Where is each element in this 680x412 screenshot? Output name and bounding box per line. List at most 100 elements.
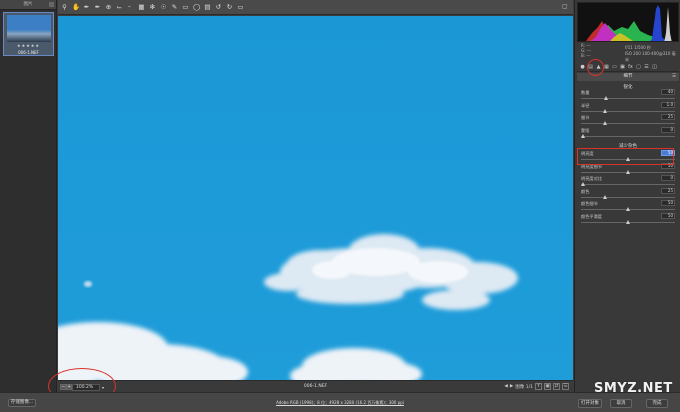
panel-tabs: ● ▤ ▲ ▦ ▭ ▣ fx ▢ ☰ ◫: [577, 62, 679, 72]
slider-track[interactable]: [581, 196, 675, 198]
panel-menu-icon[interactable]: ☰: [672, 73, 676, 81]
preview-toggle-icon[interactable]: Y: [535, 383, 542, 390]
panel-title: 细节: [623, 74, 633, 79]
slider-thumb[interactable]: [602, 121, 607, 125]
slider-label: 颜色平滑度: [581, 213, 602, 219]
straighten-icon[interactable]: ╴: [127, 3, 134, 11]
crop-icon[interactable]: ⌙: [116, 3, 123, 11]
slider-thumb[interactable]: [626, 169, 630, 174]
tab-lens-icon[interactable]: ▣: [620, 64, 625, 70]
image-counter: 图像 1/1: [515, 384, 533, 390]
tab-basic-icon[interactable]: ●: [580, 64, 585, 70]
swap-settings-icon[interactable]: ⇄: [553, 383, 560, 390]
prev-image-icon[interactable]: ◀: [504, 384, 507, 389]
slider-row[interactable]: 明亮度细节 50: [579, 162, 677, 176]
settings-icon[interactable]: ☰: [562, 383, 569, 390]
next-image-icon[interactable]: ▶: [510, 384, 513, 389]
slider-label: 颜色: [581, 188, 590, 194]
tab-hsl-icon[interactable]: ▦: [604, 64, 609, 70]
slider-label: 颜色细节: [581, 201, 598, 206]
slider-value-input[interactable]: 0: [661, 126, 675, 133]
hand-icon[interactable]: ✋: [72, 3, 80, 11]
filmstrip-title: 图片: [23, 2, 33, 7]
slider-value-input[interactable]: 50: [661, 162, 675, 169]
cancel-button[interactable]: 取消: [610, 399, 632, 408]
tab-presets-icon[interactable]: ☰: [644, 64, 649, 70]
transform-icon[interactable]: ▦: [138, 3, 145, 11]
tab-snapshots-icon[interactable]: ◫: [652, 64, 657, 70]
white-balance-icon[interactable]: ✒: [83, 3, 90, 11]
open-object-button[interactable]: 打开对象: [578, 399, 602, 408]
slider-row[interactable]: 颜色细节 50: [579, 200, 677, 213]
slider-track[interactable]: [581, 98, 675, 99]
done-button[interactable]: 完成: [646, 399, 668, 408]
slider-thumb[interactable]: [604, 96, 609, 100]
tab-split-toning-icon[interactable]: ▭: [612, 64, 617, 70]
slider-value-input[interactable]: 50: [661, 212, 675, 219]
slider-row[interactable]: 半径 1.0: [579, 101, 677, 115]
slider-row[interactable]: 颜色平滑度 50: [579, 212, 677, 226]
slider-track[interactable]: [581, 135, 675, 137]
filmstrip-thumbnail[interactable]: ★★★★★ 006-1.NEF: [3, 12, 54, 56]
noise-reduction-title: 减少杂色: [619, 144, 637, 149]
slider-value-input[interactable]: 50: [661, 200, 675, 206]
bottom-bar: 存储图像... Adobe RGB (1998)；8 位；4928 x 3280…: [0, 392, 680, 412]
slider-row[interactable]: 明亮度对比 0: [579, 175, 677, 188]
image-preview[interactable]: [58, 16, 573, 380]
thumbnail-rating[interactable]: ★★★★★: [4, 43, 53, 48]
slider-row[interactable]: 数量 40: [579, 89, 677, 102]
slider-value-input[interactable]: 40: [661, 89, 675, 95]
slider-thumb[interactable]: [602, 108, 607, 113]
tab-detail-icon[interactable]: ▲: [596, 64, 601, 70]
slider-row[interactable]: 颜色 25: [579, 187, 677, 201]
slider-value-input[interactable]: 0: [661, 175, 675, 181]
tab-calibration-icon[interactable]: ▢: [636, 64, 641, 70]
status-right-controls: ◀ ▶ 图像 1/1 Y ▣ ⇄ ☰: [504, 383, 569, 390]
fullscreen-icon[interactable]: ▢: [562, 3, 570, 11]
slider-row[interactable]: 细节 25: [579, 114, 677, 127]
slider-thumb[interactable]: [580, 182, 585, 186]
slider-thumb[interactable]: [626, 207, 630, 211]
preferences-icon[interactable]: ▤: [204, 3, 211, 11]
target-adjust-icon[interactable]: ⊕: [105, 3, 112, 11]
slider-thumb[interactable]: [626, 157, 630, 161]
thumbnail-image: [7, 15, 51, 42]
camera-raw-window: 图片 ★★★★★ 006-1.NEF ⚲ ✋ ✒ ✒ ⊕ ⌙ ╴ ▦ ✻ ☉ ✎…: [0, 0, 680, 412]
slider-thumb[interactable]: [580, 133, 585, 138]
adjustment-brush-icon[interactable]: ✎: [171, 3, 178, 11]
slider-track[interactable]: [581, 123, 675, 124]
slider-row[interactable]: 蒙版 0: [579, 126, 677, 140]
rotate-left-icon[interactable]: ↺: [215, 3, 222, 11]
exif-info: R: --- G: --- B: --- f/11 1/500 秒 ISO 20…: [577, 43, 679, 62]
tab-tone-curve-icon[interactable]: ▤: [588, 64, 593, 70]
slider-track[interactable]: [581, 184, 675, 185]
histogram-graph: [586, 5, 672, 41]
color-sampler-icon[interactable]: ✒: [94, 3, 101, 11]
graduated-filter-icon[interactable]: ▭: [182, 3, 189, 11]
slider-thumb[interactable]: [626, 219, 630, 224]
filmstrip-menu-icon[interactable]: [49, 2, 54, 7]
red-eye-icon[interactable]: ☉: [160, 3, 167, 11]
spot-removal-icon[interactable]: ✻: [149, 3, 156, 11]
histogram: [577, 2, 679, 42]
slider-label: 明亮度: [581, 151, 594, 156]
slider-row[interactable]: 明亮度 50: [579, 150, 677, 163]
rotate-right-icon[interactable]: ↻: [226, 3, 233, 11]
panel-section-header: 细节 ☰: [577, 73, 679, 81]
slider-track[interactable]: [581, 110, 675, 112]
slider-value-input[interactable]: 25: [661, 114, 675, 120]
trash-icon[interactable]: ▭: [237, 3, 244, 11]
histogram-white-spike: [664, 7, 672, 41]
slider-thumb[interactable]: [602, 194, 607, 199]
radial-filter-icon[interactable]: ◯: [193, 3, 200, 11]
rgb-readout-b: B: ---: [581, 53, 591, 58]
filmstrip-panel: 图片 ★★★★★ 006-1.NEF: [0, 0, 57, 392]
watermark: SMYZ.NET: [594, 381, 673, 396]
zoom-icon[interactable]: ⚲: [61, 3, 68, 11]
slider-value-input[interactable]: 50: [661, 150, 675, 156]
tab-effects-icon[interactable]: fx: [628, 64, 633, 70]
slider-value-input[interactable]: 25: [661, 187, 675, 194]
slider-value-input[interactable]: 1.0: [661, 101, 675, 108]
thumbnail-filename: 006-1.NEF: [18, 50, 39, 55]
before-after-icon[interactable]: ▣: [544, 383, 551, 390]
